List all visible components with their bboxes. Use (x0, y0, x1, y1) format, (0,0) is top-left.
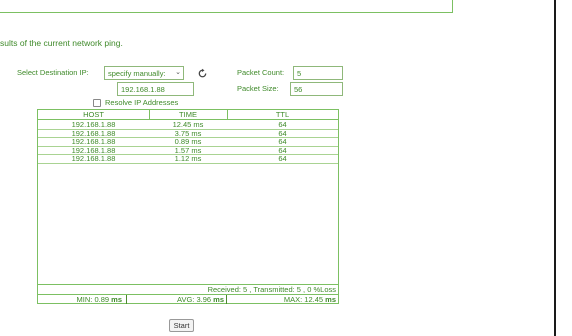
cell-host: 192.168.1.88 (71, 154, 116, 164)
dest-ip-input-value: 192.168.1.88 (121, 85, 165, 94)
table-body: 192.168.1.88 12.45 ms 64 192.168.1.88 3.… (38, 121, 338, 164)
cell-time: 1.57 ms (174, 145, 202, 155)
cell-ttl: 64 (278, 154, 287, 164)
header-time: TIME (179, 110, 197, 119)
cell-ttl: 64 (278, 128, 287, 138)
packet-count-label: Packet Count: (237, 68, 285, 77)
header-ttl: TTL (275, 110, 290, 119)
packet-size-input[interactable]: 56 (290, 82, 343, 96)
header-divider (0, 12, 452, 13)
table-row: 192.168.1.88 1.12 ms 64 (38, 155, 338, 164)
window-border (554, 0, 556, 336)
stat-avg-value: AVG: 3.96 (177, 295, 212, 304)
dest-ip-select[interactable]: specify manually: ⌄ (104, 66, 184, 80)
stat-min-value: MIN: 0.89 (76, 295, 110, 304)
header-corner-divider (452, 0, 453, 13)
cell-time: 12.45 ms (172, 120, 204, 129)
stat-min: MIN: 0.89 ms (38, 295, 127, 304)
cell-time: 0.89 ms (174, 137, 202, 147)
resolve-ip-label: Resolve IP Addresses (105, 98, 179, 107)
cell-ttl: 64 (278, 120, 287, 129)
stat-avg: AVG: 3.96 ms (127, 295, 227, 304)
ping-summary: Received: 5 , Transmitted: 5 , 0 %Loss (38, 284, 338, 294)
cell-time: 1.12 ms (174, 154, 202, 164)
table-header: HOST TIME TTL (38, 110, 338, 120)
stat-max: MAX: 12.45 ms (227, 295, 338, 304)
packet-count-value: 5 (297, 69, 302, 78)
dest-ip-label: Select Destination IP: (17, 68, 89, 77)
stat-avg-unit: ms (213, 295, 224, 304)
chevron-down-icon: ⌄ (175, 69, 181, 76)
dest-ip-select-value: specify manually: (108, 69, 166, 78)
cell-host: 192.168.1.88 (71, 128, 116, 138)
ping-stats: MIN: 0.89 ms AVG: 3.96 ms MAX: 12.45 ms (38, 294, 338, 304)
stat-max-unit: ms (325, 295, 336, 304)
header-host: HOST (83, 110, 104, 119)
cell-host: 192.168.1.88 (71, 120, 116, 129)
page-description: sults of the current network ping. (0, 38, 123, 48)
cell-host: 192.168.1.88 (71, 137, 116, 147)
cell-time: 3.75 ms (174, 128, 202, 138)
cell-ttl: 64 (278, 137, 287, 147)
dest-ip-input[interactable]: 192.168.1.88 (117, 82, 194, 96)
packet-size-value: 56 (294, 85, 303, 94)
column-divider (227, 110, 228, 120)
stat-min-unit: ms (111, 295, 122, 304)
cell-ttl: 64 (278, 145, 287, 155)
stat-max-value: MAX: 12.45 (283, 295, 324, 304)
resolve-ip-checkbox[interactable] (93, 99, 101, 107)
packet-count-input[interactable]: 5 (293, 66, 343, 80)
refresh-icon[interactable] (197, 68, 208, 79)
packet-size-label: Packet Size: (237, 84, 279, 93)
column-divider (149, 110, 150, 120)
start-button[interactable]: Start (169, 319, 194, 332)
ping-results-table: HOST TIME TTL 192.168.1.88 12.45 ms 64 1… (37, 109, 339, 304)
cell-host: 192.168.1.88 (71, 145, 116, 155)
